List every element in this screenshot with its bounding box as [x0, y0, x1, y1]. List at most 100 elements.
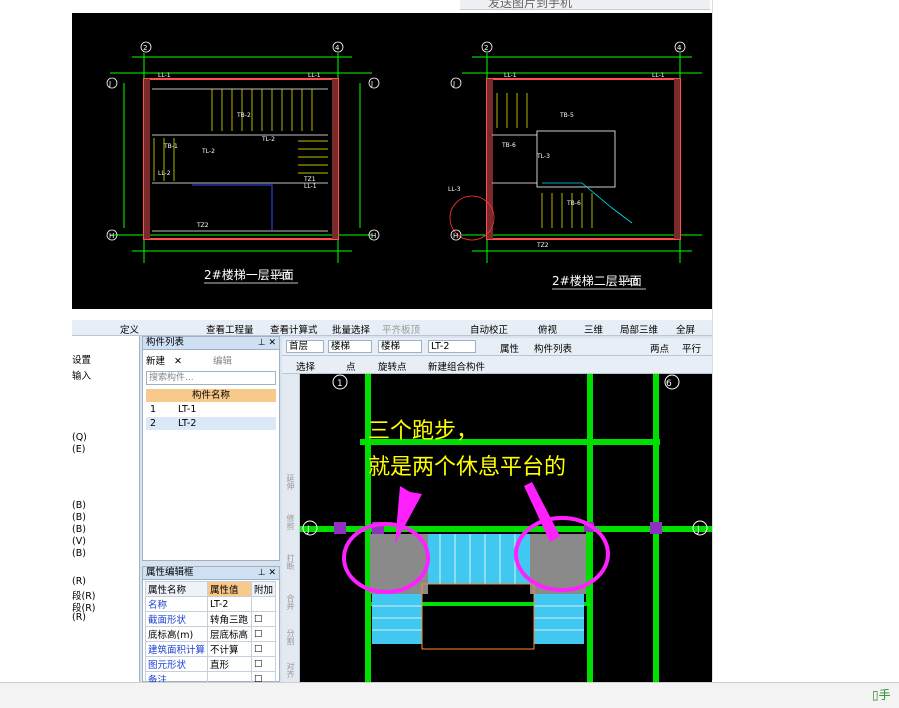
- table-row[interactable]: 1 LT-1: [146, 403, 276, 416]
- extend-tool[interactable]: 延伸: [285, 474, 296, 490]
- break-tool[interactable]: 打断: [285, 554, 296, 570]
- new-combo-component-button[interactable]: 新建组合构件: [428, 359, 485, 373]
- svg-text:LL-1: LL-1: [308, 72, 321, 79]
- parallel-button[interactable]: 平行: [682, 341, 701, 355]
- component-search-input[interactable]: 搜索构件...: [146, 371, 276, 385]
- table-row-selected[interactable]: 2 LT-2: [146, 417, 276, 430]
- prop-name: 图元形状: [144, 656, 209, 672]
- svg-text:LL-1: LL-1: [304, 183, 317, 190]
- svg-text:TB-1: TB-1: [163, 143, 178, 150]
- prop-value[interactable]: LT-2: [207, 596, 253, 612]
- svg-text:TB-5: TB-5: [559, 112, 574, 119]
- local-3d-button[interactable]: 局部三维: [620, 322, 658, 335]
- component-select[interactable]: LT-2: [428, 340, 476, 353]
- point-button[interactable]: 点: [346, 359, 356, 373]
- nav-item-r4[interactable]: (R): [72, 612, 86, 623]
- nav-item-v[interactable]: (V): [72, 536, 86, 547]
- send-to-phone-label[interactable]: 发送图片到手机: [488, 0, 572, 11]
- delete-icon[interactable]: ✕: [174, 356, 182, 367]
- nav-item-b1[interactable]: (B): [72, 500, 86, 511]
- svg-text:LL-2: LL-2: [158, 170, 171, 177]
- view-quantity-button[interactable]: 查看工程量: [206, 322, 254, 335]
- auto-correct-button[interactable]: 自动校正: [470, 322, 508, 335]
- svg-text:TB-2: TB-2: [236, 112, 251, 119]
- subtype-select[interactable]: 楼梯: [378, 340, 422, 353]
- prop-name: 截面形状: [144, 611, 209, 627]
- send-to-phone-toolbar[interactable]: 发送图片到手机: [460, 0, 710, 10]
- vertical-edit-toolbar: 延伸 修剪 打断 合并 分割 对齐: [282, 374, 300, 682]
- component-list-button[interactable]: 构件列表: [534, 341, 572, 355]
- phone-icon[interactable]: ▯手: [872, 686, 891, 703]
- nav-item-q[interactable]: (Q): [72, 432, 87, 443]
- prop-checkbox[interactable]: ☐: [251, 611, 277, 627]
- content-divider: [712, 0, 713, 680]
- prop-value[interactable]: 直形: [207, 656, 253, 672]
- prop-value[interactable]: 层底标高: [207, 626, 253, 642]
- component-list-title-text: 构件列表: [146, 337, 185, 348]
- svg-text:TB-6: TB-6: [566, 200, 581, 207]
- pin-icon[interactable]: ⊥ ✕: [258, 337, 276, 349]
- svg-text:LL-1: LL-1: [652, 72, 665, 79]
- layer-toolbar: 首层 楼梯 楼梯 LT-2 属性 构件列表 两点 平行: [282, 338, 712, 356]
- prop-value[interactable]: [207, 671, 253, 682]
- pin-icon[interactable]: ⊥ ✕: [258, 567, 276, 579]
- fullscreen-button[interactable]: 全屏: [676, 322, 695, 335]
- module-nav-panel: 设置 输入 (Q) (E) (B) (B) (B) (V) (B) (R) 段(…: [72, 336, 140, 682]
- prop-extra: [251, 596, 277, 612]
- header-prop-name: 属性名称: [144, 581, 209, 597]
- nav-item-r1[interactable]: (R): [72, 576, 86, 587]
- rotate-point-button[interactable]: 旋转点: [378, 359, 407, 373]
- draw-toolbar: 选择 点 旋转点 新建组合构件: [282, 356, 712, 374]
- prop-value[interactable]: 不计算: [207, 641, 253, 657]
- cad-floor-plans: TB-2 TL-2 TL-2 TB-1 LL-2 TZ1 LL-1 TZ2 LL-1 LL-1…: [106, 41, 702, 290]
- nav-item-input[interactable]: 输入: [72, 368, 91, 382]
- trim-tool[interactable]: 修剪: [285, 514, 296, 530]
- floor-select[interactable]: 首层: [286, 340, 324, 353]
- svg-text:J: J: [452, 80, 455, 88]
- prop-name: 建筑面积计算: [144, 641, 209, 657]
- two-points-button[interactable]: 两点: [650, 341, 669, 355]
- edit-button[interactable]: 编辑: [213, 356, 232, 367]
- cad-app-screenshot: 定义 查看工程量 查看计算式 批量选择 平齐板顶 自动校正 俯视 三维 局部三维…: [72, 320, 712, 682]
- row-name: LT-1: [178, 404, 197, 415]
- svg-text:LL-1: LL-1: [504, 72, 517, 79]
- status-bar: [0, 682, 899, 708]
- axis-label-1: 1: [337, 379, 343, 389]
- align-tool[interactable]: 对齐: [285, 662, 296, 678]
- 3d-button[interactable]: 三维: [584, 322, 603, 335]
- nav-item-settings[interactable]: 设置: [72, 352, 91, 366]
- svg-text:LL-3: LL-3: [448, 186, 461, 193]
- nav-item-e[interactable]: (E): [72, 444, 85, 455]
- define-button[interactable]: 定义: [120, 322, 139, 335]
- nav-item-b3[interactable]: (B): [72, 524, 86, 535]
- svg-text:H: H: [109, 232, 114, 240]
- nav-item-b2[interactable]: (B): [72, 512, 86, 523]
- svg-text:2: 2: [484, 44, 488, 52]
- prop-checkbox[interactable]: ☐: [251, 626, 277, 642]
- type-select[interactable]: 楼梯: [328, 340, 372, 353]
- property-editor-title-text: 属性编辑框: [146, 567, 194, 578]
- new-button[interactable]: 新建: [146, 356, 165, 367]
- prop-name: 底标高(m): [144, 626, 209, 642]
- component-list-title: 构件列表 ⊥ ✕: [143, 337, 279, 350]
- prop-value[interactable]: 转角三跑: [207, 611, 253, 627]
- select-button[interactable]: 选择: [296, 359, 315, 373]
- align-slab-top-button[interactable]: 平齐板顶: [382, 322, 420, 335]
- status-phone-label[interactable]: 手: [879, 688, 891, 702]
- svg-text:H: H: [453, 232, 458, 240]
- merge-tool[interactable]: 合并: [285, 594, 296, 610]
- nav-item-b4[interactable]: (B): [72, 548, 86, 559]
- svg-text:J: J: [370, 80, 373, 88]
- prop-checkbox[interactable]: ☐: [251, 641, 277, 657]
- view-formula-button[interactable]: 查看计算式: [270, 322, 318, 335]
- prop-checkbox[interactable]: ☐: [251, 671, 277, 682]
- top-view-button[interactable]: 俯视: [538, 322, 557, 335]
- drawing-canvas[interactable]: 1 6 J J 三个跑步， 就是两个休息平台的: [300, 374, 712, 682]
- svg-text:TZ2: TZ2: [536, 242, 549, 249]
- prop-checkbox[interactable]: ☐: [251, 656, 277, 672]
- cad-floor-plans-image: TB-2 TL-2 TL-2 TB-1 LL-2 TZ1 LL-1 TZ2 LL-1 LL-1…: [72, 13, 712, 309]
- split-tool[interactable]: 分割: [285, 629, 296, 645]
- batch-select-button[interactable]: 批量选择: [332, 322, 370, 335]
- attribute-button[interactable]: 属性: [500, 341, 519, 355]
- header-prop-value: 属性值: [207, 581, 253, 597]
